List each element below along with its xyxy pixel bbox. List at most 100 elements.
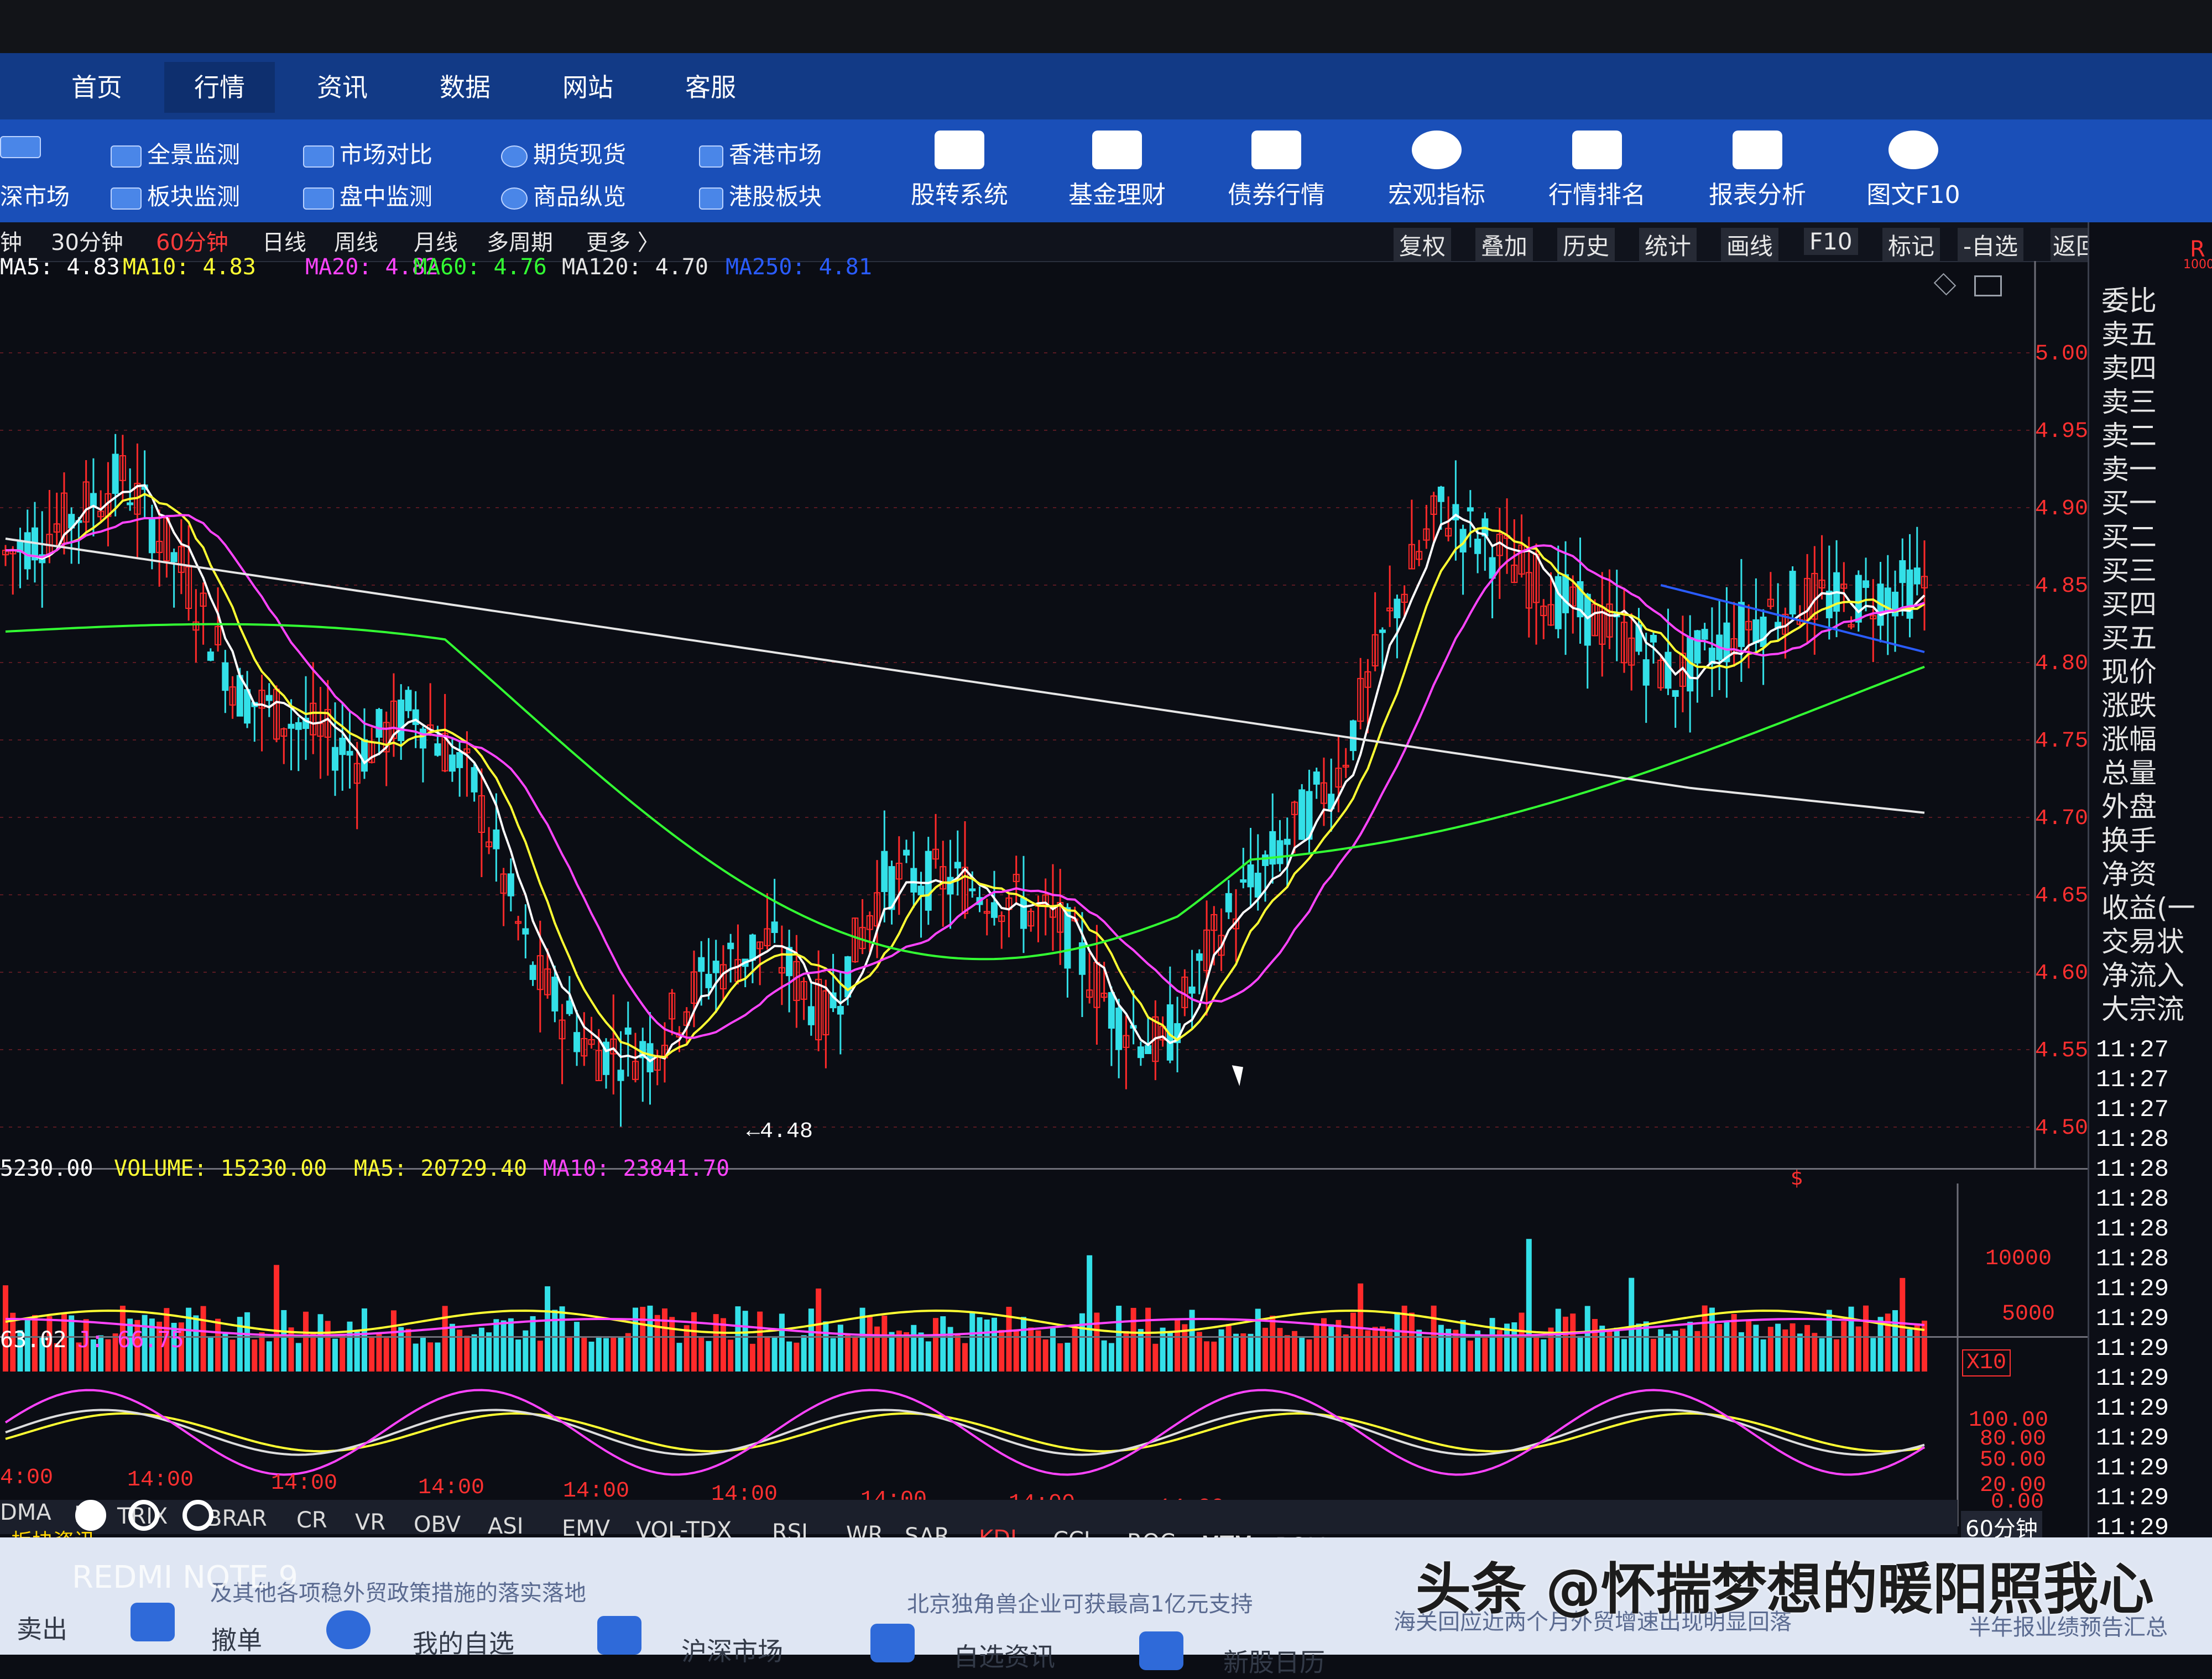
trade-time: 11:29	[2096, 1275, 2169, 1303]
candle-body	[1394, 598, 1401, 618]
volume-tick: 5000	[2002, 1302, 2056, 1327]
panel-toggle-icon[interactable]	[1974, 275, 2002, 296]
monitor-icon	[111, 187, 142, 210]
share-transfer-button[interactable]: 股转系统	[893, 131, 1026, 219]
indicator-tab-cr[interactable]: CR	[296, 1508, 327, 1533]
cloud-icon	[501, 145, 528, 168]
market-overview-icon[interactable]	[0, 132, 46, 159]
candle-body	[1225, 893, 1232, 912]
indicator-tab-brar[interactable]: BRAR	[207, 1506, 267, 1531]
period-week[interactable]: 周线	[334, 225, 378, 257]
volume-ma5-legend: MA5: 20729.40	[354, 1156, 528, 1181]
candlestick-chart[interactable]	[0, 261, 2090, 1168]
candle-body	[712, 961, 719, 973]
tab-news[interactable]: 资讯	[287, 62, 398, 113]
candle-body	[1247, 864, 1254, 888]
overlay-button[interactable]: 叠加	[1475, 228, 1533, 262]
toolbar-link-sector-monitor[interactable]: 板块监测	[111, 178, 240, 212]
ipo-calendar-button[interactable]: 新股日历	[1223, 1642, 1325, 1679]
tab-service[interactable]: 客服	[655, 62, 766, 113]
volume-chart[interactable]	[0, 1183, 2090, 1372]
bond-quotes-button[interactable]: 债券行情	[1210, 131, 1343, 219]
indicator-tab-obv[interactable]: OBV	[414, 1512, 461, 1537]
tab-market[interactable]: 行情	[164, 62, 275, 113]
indicator-tab-vr[interactable]: VR	[355, 1510, 385, 1535]
tab-sites[interactable]: 网站	[533, 62, 643, 113]
ranking-button[interactable]: 行情排名	[1531, 131, 1663, 219]
candle-body	[947, 877, 954, 895]
toolbar-left-item[interactable]: 深市场	[0, 178, 70, 212]
indicator-tab-dma[interactable]: DMA	[0, 1500, 51, 1525]
candle-body	[1313, 771, 1320, 785]
candle-body	[1349, 720, 1357, 752]
candle-body	[339, 737, 346, 755]
period-60min[interactable]: 60分钟	[156, 225, 228, 257]
toolbar-link-intraday-monitor[interactable]: 盘中监测	[303, 178, 432, 212]
calendar-icon[interactable]	[1139, 1631, 1183, 1670]
period-30min[interactable]: 30分钟	[51, 225, 123, 257]
draw-line-button[interactable]: 画线	[1721, 228, 1779, 262]
period-minute[interactable]: 钟	[0, 225, 22, 257]
tab-home[interactable]: 首页	[41, 62, 152, 113]
candle-body	[493, 829, 500, 849]
candle-body	[617, 1070, 624, 1081]
candle-body	[1855, 575, 1862, 623]
camera-dot	[182, 1500, 213, 1531]
period-more[interactable]: 更多 〉	[586, 225, 660, 257]
toolbar-link-panorama[interactable]: 全景监测	[111, 136, 240, 170]
f10-button[interactable]: 图文F10	[1847, 131, 1980, 219]
history-button[interactable]: 历史	[1557, 228, 1615, 262]
toolbar-link-market-compare[interactable]: 市场对比	[303, 136, 432, 170]
pie-chart-icon[interactable]	[326, 1610, 371, 1649]
candle-body	[346, 750, 353, 756]
period-day[interactable]: 日线	[262, 225, 306, 257]
kdj-j-line	[4, 1389, 1926, 1476]
candle-body	[910, 868, 917, 893]
news-icon[interactable]	[870, 1624, 915, 1662]
candle-body	[398, 700, 405, 742]
candle-body	[1899, 560, 1906, 583]
toolbar-link-commodities[interactable]: 商品纵览	[501, 178, 626, 212]
sh-sz-market-button[interactable]: 沪深市场	[681, 1631, 783, 1668]
sell-button[interactable]: 卖出	[17, 1609, 67, 1646]
period-month[interactable]: 月线	[414, 225, 458, 257]
cancel-order-icon[interactable]	[131, 1603, 175, 1641]
candle-body	[954, 862, 961, 869]
restore-rights-button[interactable]: 复权	[1394, 228, 1452, 262]
mark-button[interactable]: 标记	[1882, 228, 1940, 262]
kdj-d-line	[5, 1412, 1925, 1453]
candle-body	[1789, 571, 1796, 615]
time-tick: 4:00	[0, 1466, 54, 1490]
watchlist-remove-button[interactable]: -自选	[1958, 228, 2024, 262]
macro-indicator-button[interactable]: 宏观指标	[1370, 131, 1503, 219]
camera-dot	[75, 1500, 106, 1531]
candle-body	[1672, 690, 1679, 697]
toolbar-link-futures[interactable]: 期货现货	[501, 136, 626, 170]
price-tick: 5.00	[2035, 342, 2089, 367]
candle-body	[236, 675, 243, 717]
candle-body	[170, 552, 178, 562]
fund-finance-button[interactable]: 基金理财	[1051, 131, 1183, 219]
candle-body	[1467, 507, 1474, 512]
statistics-button[interactable]: 统计	[1639, 228, 1697, 262]
news-headline-2[interactable]: 北京独角兽企业可获最高1亿元支持	[907, 1586, 1253, 1618]
trade-time: 11:29	[2096, 1395, 2169, 1422]
cancel-order-button[interactable]: 撤单	[211, 1620, 262, 1657]
report-analysis-button[interactable]: 报表分析	[1691, 131, 1824, 219]
candle-body	[456, 752, 463, 768]
trade-time: 11:29	[2096, 1305, 2169, 1333]
tab-data[interactable]: 数据	[410, 62, 520, 113]
candle-body	[1863, 580, 1870, 588]
my-watchlist-button[interactable]: 我的自选	[413, 1624, 514, 1660]
market-chart-icon[interactable]	[597, 1616, 641, 1655]
watchlist-news-button[interactable]: 自选资讯	[953, 1637, 1055, 1673]
indicator-tab-asi[interactable]: ASI	[488, 1514, 524, 1539]
toolbar-link-hk-sectors[interactable]: 港股板块	[699, 178, 822, 212]
price-tick: 4.50	[2035, 1116, 2089, 1141]
candle-body	[837, 1006, 844, 1015]
f10-link-button[interactable]: F10	[1804, 228, 1858, 255]
period-multi[interactable]: 多周期	[487, 225, 553, 257]
toolbar-link-hk-market[interactable]: 香港市场	[699, 136, 822, 170]
candle-body	[1020, 898, 1027, 929]
candle-body	[1584, 593, 1591, 646]
